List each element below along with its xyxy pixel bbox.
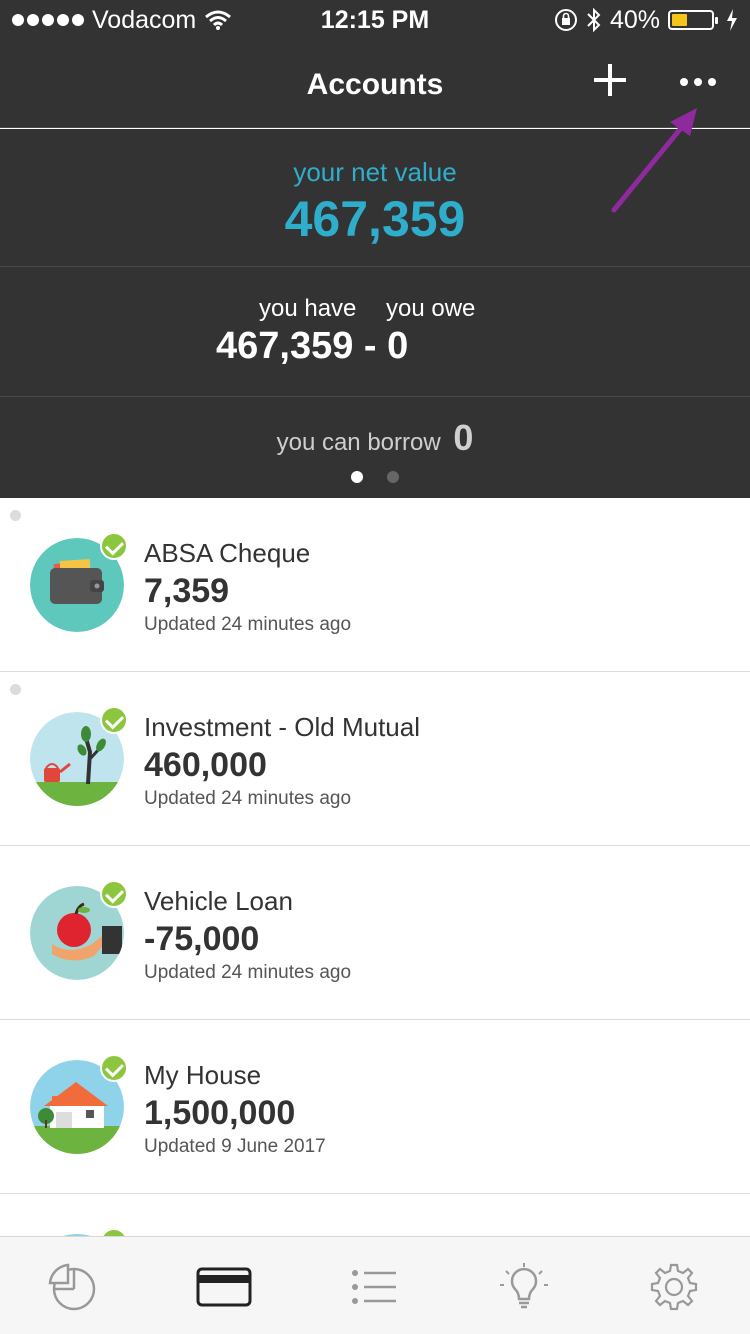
account-balance: -75,000 (144, 920, 260, 958)
synced-check-icon (100, 880, 128, 908)
battery-icon (668, 10, 718, 30)
you-owe-label: you owe (386, 295, 476, 322)
charging-icon (727, 9, 737, 31)
status-bar: Vodacom 12:15 PM 40% (0, 0, 750, 40)
synced-check-icon (100, 532, 128, 560)
status-right-group: 40% (554, 6, 738, 34)
page-dot-2[interactable] (387, 471, 399, 483)
have-owe-section: you have you owe 467,359 - 0 (0, 267, 750, 397)
synced-check-icon (100, 706, 128, 734)
battery-percent: 40% (609, 5, 660, 34)
bluetooth-icon (587, 7, 601, 33)
pie-chart-icon[interactable] (48, 1261, 100, 1313)
lightbulb-icon[interactable] (498, 1261, 550, 1313)
account-row-vehicle-loan[interactable]: Vehicle Loan -75,000 Updated 24 minutes … (0, 846, 750, 1020)
borrow-section: you can borrow 0 (0, 397, 750, 498)
more-options-button[interactable] (680, 70, 724, 94)
unread-dot (10, 684, 21, 695)
account-balance: 1,500,000 (144, 1094, 296, 1132)
account-updated: Updated 24 minutes ago (144, 614, 352, 635)
account-row-investment[interactable]: Investment - Old Mutual 460,000 Updated … (0, 672, 750, 846)
tab-bar (0, 1236, 750, 1334)
account-balance: 460,000 (144, 746, 267, 784)
have-owe-values: 467,359 - 0 (216, 325, 409, 367)
gear-icon[interactable] (648, 1261, 700, 1313)
account-updated: Updated 24 minutes ago (144, 788, 352, 809)
account-updated: Updated 24 minutes ago (144, 962, 352, 983)
unread-dot (10, 510, 21, 521)
account-row-my-house[interactable]: My House 1,500,000 Updated 9 June 2017 (0, 1020, 750, 1194)
account-name: My House (144, 1060, 262, 1090)
annotation-arrow-icon (611, 108, 697, 213)
add-account-button[interactable] (592, 62, 628, 98)
synced-check-icon (100, 1054, 128, 1082)
account-name: ABSA Cheque (144, 538, 311, 568)
account-list[interactable]: ABSA Cheque 7,359 Updated 24 minutes ago… (0, 498, 750, 1236)
account-name: Vehicle Loan (144, 886, 293, 916)
orientation-lock-icon (554, 9, 577, 31)
card-icon[interactable] (196, 1261, 252, 1313)
borrow-label: you can borrow (276, 429, 441, 456)
account-balance: 7,359 (144, 572, 230, 610)
list-icon[interactable] (348, 1261, 398, 1313)
account-name: Investment - Old Mutual (144, 712, 420, 742)
page-title: Accounts (306, 68, 444, 101)
synced-check-icon (100, 1228, 128, 1236)
account-row-absa-cheque[interactable]: ABSA Cheque 7,359 Updated 24 minutes ago (0, 498, 750, 672)
borrow-value: 0 (453, 417, 474, 458)
page-dot-1[interactable] (351, 471, 363, 483)
you-have-label: you have (259, 295, 357, 322)
account-updated: Updated 9 June 2017 (144, 1136, 326, 1157)
page-indicator[interactable] (0, 471, 750, 483)
account-row-partial[interactable] (0, 1194, 750, 1236)
